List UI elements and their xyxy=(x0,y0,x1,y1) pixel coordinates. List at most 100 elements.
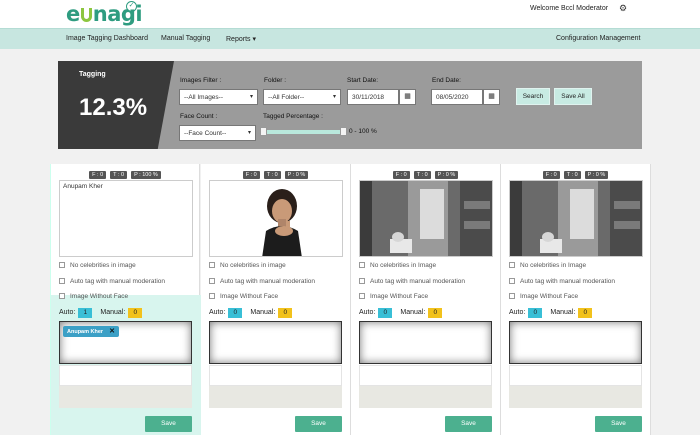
checkbox[interactable] xyxy=(59,293,65,299)
checkbox[interactable] xyxy=(59,262,65,268)
slider-min-handle[interactable] xyxy=(260,127,267,136)
card-image[interactable] xyxy=(359,180,493,257)
tagged-percentage-slider[interactable] xyxy=(260,127,347,136)
checkbox[interactable] xyxy=(209,278,215,284)
nav-reports[interactable]: Reports ▾ xyxy=(226,35,256,43)
tag-suggestions xyxy=(209,365,342,386)
checkbox[interactable] xyxy=(509,278,515,284)
nav-configuration-management[interactable]: Configuration Management xyxy=(556,35,640,42)
option-without-face[interactable]: Image Without Face xyxy=(209,293,278,300)
portrait-photo xyxy=(210,181,342,256)
card-image[interactable] xyxy=(209,180,343,257)
chevron-down-icon: ▾ xyxy=(332,94,336,100)
checkbox[interactable] xyxy=(209,293,215,299)
face-count-select[interactable]: --Face Count-- ▾ xyxy=(179,125,256,141)
face-count-badge: F : 0 xyxy=(392,171,410,179)
option-auto-tag[interactable]: Auto tag with manual moderation xyxy=(359,278,465,285)
main-nav: Image Tagging Dashboard Manual Tagging R… xyxy=(0,28,700,49)
card-badges: F : 0T : 0P : 0 % xyxy=(351,171,500,179)
save-all-button[interactable]: Save All xyxy=(554,88,592,105)
card-image[interactable]: Anupam Kher xyxy=(59,180,193,257)
tag-chip[interactable]: Anupam Kher ✕ xyxy=(63,326,119,337)
calendar-icon[interactable]: ▦ xyxy=(483,89,500,105)
option-without-face[interactable]: Image Without Face xyxy=(59,293,128,300)
images-filter-label: Images Filter : xyxy=(180,77,222,84)
card-footer-area xyxy=(359,386,492,408)
images-filter-select[interactable]: --All Images-- ▾ xyxy=(179,89,258,105)
percent-badge: P : 0 % xyxy=(584,171,609,179)
chevron-down-icon: ▾ xyxy=(249,94,253,100)
checkbox[interactable] xyxy=(209,262,215,268)
check-icon: ✓ xyxy=(126,1,137,12)
option-no-celebrities[interactable]: No celebrities in Image xyxy=(359,262,436,269)
card-badges: F : 0T : 0P : 100 % xyxy=(51,171,199,179)
tag-count-badge: T : 0 xyxy=(563,171,581,179)
gear-icon[interactable]: ⚙ xyxy=(619,3,627,14)
tag-input-box[interactable]: Anupam Kher ✕ xyxy=(59,321,192,364)
folder-label: Folder : xyxy=(264,77,287,84)
tag-counts: Auto: 0 Manual: 0 xyxy=(509,308,600,318)
card-badges: F : 0T : 0P : 0 % xyxy=(501,171,650,179)
auto-count: 0 xyxy=(228,308,243,318)
tag-suggestions xyxy=(509,365,642,386)
app-header: e nagi ✓ Welcome Bccl Moderator ⚙ xyxy=(0,0,700,28)
checkbox[interactable] xyxy=(509,262,515,268)
tag-count-badge: T : 0 xyxy=(263,171,281,179)
image-card: F : 0T : 0P : 0 % No celebrities in Imag… xyxy=(501,164,651,435)
manual-count: 0 xyxy=(428,308,443,318)
option-no-celebrities[interactable]: No celebrities in image xyxy=(59,262,136,269)
tag-suggestions xyxy=(359,365,492,386)
save-button[interactable]: Save xyxy=(145,416,192,432)
option-no-celebrities[interactable]: No celebrities in Image xyxy=(509,262,586,269)
tag-input-box[interactable] xyxy=(359,321,492,364)
option-no-celebrities[interactable]: No celebrities in image xyxy=(209,262,286,269)
nav-manual-tagging[interactable]: Manual Tagging xyxy=(161,35,210,42)
welcome-text: Welcome Bccl Moderator xyxy=(530,5,609,12)
stairwell-photo xyxy=(510,181,642,256)
start-date-input[interactable]: 30/11/2018 xyxy=(347,89,399,105)
app-logo[interactable]: e nagi ✓ xyxy=(66,1,143,26)
tagging-title: Tagging xyxy=(79,71,106,78)
image-card: F : 0T : 0P : 100 % Anupam Kher No celeb… xyxy=(50,164,201,435)
checkbox[interactable] xyxy=(359,278,365,284)
face-count-badge: F : 0 xyxy=(542,171,560,179)
end-date-label: End Date: xyxy=(432,77,461,84)
tag-input-box[interactable] xyxy=(209,321,342,364)
card-image[interactable] xyxy=(509,180,643,257)
chevron-down-icon: ▾ xyxy=(247,130,251,136)
broken-image-alt: Anupam Kher xyxy=(63,183,103,190)
save-button[interactable]: Save xyxy=(295,416,342,432)
checkbox[interactable] xyxy=(359,293,365,299)
checkbox[interactable] xyxy=(59,278,65,284)
save-button[interactable]: Save xyxy=(595,416,642,432)
checkbox[interactable] xyxy=(359,262,365,268)
calendar-icon[interactable]: ▦ xyxy=(399,89,416,105)
folder-select[interactable]: --All Folder-- ▾ xyxy=(263,89,341,105)
auto-count: 0 xyxy=(528,308,543,318)
option-auto-tag[interactable]: Auto tag with manual moderation xyxy=(509,278,615,285)
checkbox[interactable] xyxy=(509,293,515,299)
card-footer-area xyxy=(59,386,192,408)
tagged-percentage-label: Tagged Percentage : xyxy=(263,113,323,120)
option-without-face[interactable]: Image Without Face xyxy=(359,293,428,300)
end-date-input[interactable]: 08/05/2020 xyxy=(431,89,483,105)
tag-input-box[interactable] xyxy=(509,321,642,364)
slider-max-handle[interactable] xyxy=(340,127,347,136)
option-auto-tag[interactable]: Auto tag with manual moderation xyxy=(209,278,315,285)
tag-suggestions xyxy=(59,365,192,386)
close-icon[interactable]: ✕ xyxy=(109,328,115,335)
tag-count-badge: T : 0 xyxy=(413,171,431,179)
face-count-badge: F : 0 xyxy=(89,171,107,179)
stairwell-photo xyxy=(360,181,492,256)
option-auto-tag[interactable]: Auto tag with manual moderation xyxy=(59,278,165,285)
manual-count: 0 xyxy=(128,308,143,318)
percent-badge: P : 0 % xyxy=(284,171,309,179)
card-badges: F : 0T : 0P : 0 % xyxy=(201,171,350,179)
percent-badge: P : 100 % xyxy=(131,171,161,179)
card-footer-area xyxy=(209,386,342,408)
tag-counts: Auto: 0 Manual: 0 xyxy=(209,308,300,318)
option-without-face[interactable]: Image Without Face xyxy=(509,293,578,300)
nav-image-tagging-dashboard[interactable]: Image Tagging Dashboard xyxy=(66,35,148,42)
search-button[interactable]: Search xyxy=(516,88,550,105)
save-button[interactable]: Save xyxy=(445,416,492,432)
